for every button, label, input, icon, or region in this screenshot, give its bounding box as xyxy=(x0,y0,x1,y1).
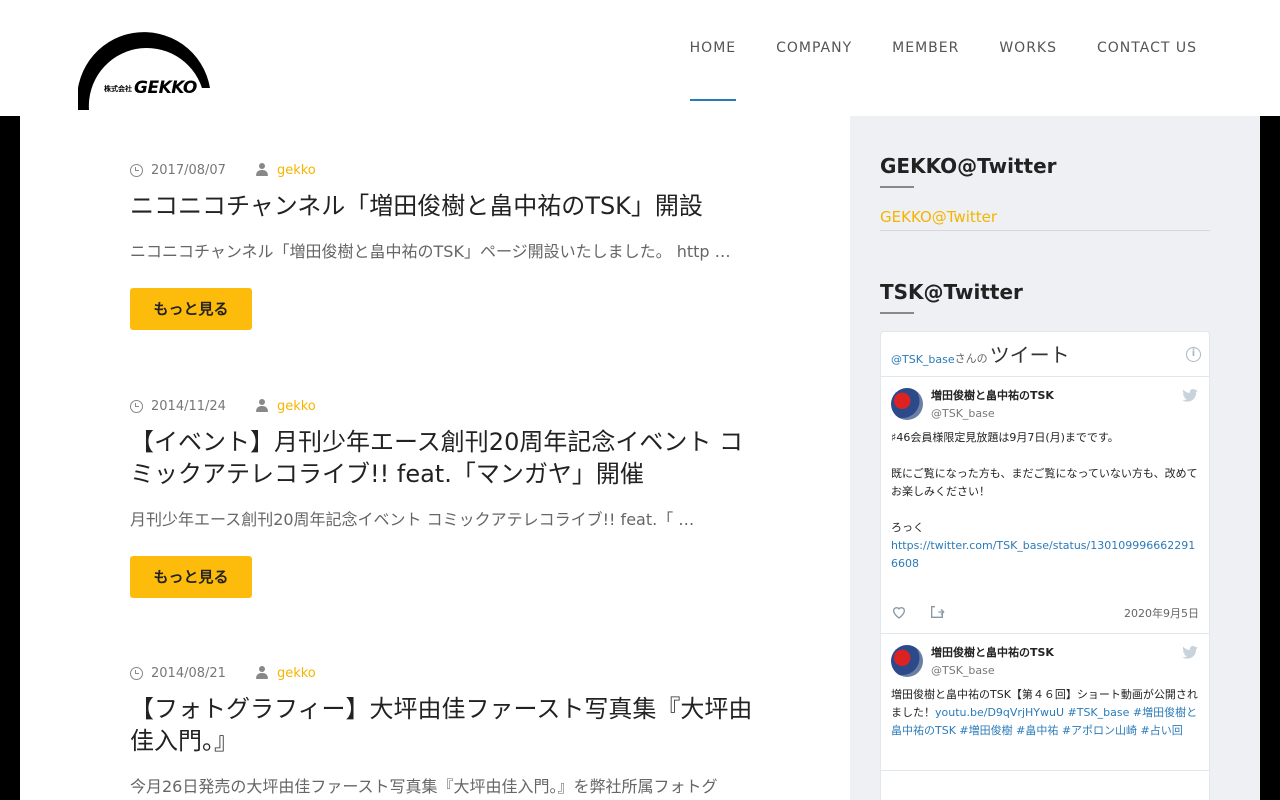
twitter-bird-icon[interactable] xyxy=(1182,389,1198,402)
nav-works[interactable]: WORKS xyxy=(999,40,1057,101)
tweet-author-name[interactable]: 増田俊樹と畠中祐のTSK xyxy=(931,645,1054,660)
post-excerpt: ニコニコチャンネル「増田俊樹と畠中祐のTSK」ページ開設いたしました。 http… xyxy=(130,242,731,261)
tweet-screen-name[interactable]: @TSK_base xyxy=(931,663,1054,678)
user-icon xyxy=(255,163,268,177)
tweet-user[interactable]: 増田俊樹と畠中祐のTSK @TSK_base xyxy=(891,644,1199,678)
post-list: 2017/08/07 gekko ニコニコチャンネル「増田俊樹と畠中祐のTSK」… xyxy=(20,116,850,800)
user-icon xyxy=(255,666,268,680)
tweet-line: ろっく xyxy=(891,521,924,534)
tweet-text: 増田俊樹と畠中祐のTSK【第４６回】ショート動画が公開されました！youtu.b… xyxy=(891,686,1199,740)
timeline-handle[interactable]: @TSK_base xyxy=(891,353,955,366)
post-author[interactable]: gekko xyxy=(277,666,316,681)
sidebar: GEKKO@Twitter GEKKO@Twitter TSK@Twitter … xyxy=(850,116,1260,800)
widget-title-gekko: GEKKO@Twitter xyxy=(880,154,1057,188)
post-excerpt: 今月26日発売の大坪由佳ファースト写真集『大坪由佳入門。』を弊社所属フォトグ xyxy=(130,777,718,796)
clock-icon xyxy=(130,399,143,413)
tweet-spacer xyxy=(891,740,1199,770)
timeline-suffix: さんの xyxy=(954,352,988,365)
clock-icon xyxy=(130,163,143,177)
tweet-author-name[interactable]: 増田俊樹と畠中祐のTSK xyxy=(931,388,1054,403)
post-meta: 2014/11/24 gekko xyxy=(130,397,760,415)
post-item: 2017/08/07 gekko ニコニコチャンネル「増田俊樹と畠中祐のTSK」… xyxy=(130,161,760,330)
logo-prefix: 株式会社 xyxy=(104,85,132,93)
twitter-timeline[interactable]: @TSK_base さんの ツイート i 増田俊樹と畠中祐のTSK @TSK_bas… xyxy=(880,331,1210,800)
post-item: 2014/08/21 gekko 【フォトグラフィー】大坪由佳ファースト写真集『… xyxy=(130,664,760,797)
read-more-button[interactable]: もっと見る xyxy=(130,288,252,330)
post-excerpt: 月刊少年エース創刊20周年記念イベント コミックアテレコライブ!! feat.「… xyxy=(130,510,695,529)
user-icon xyxy=(255,399,268,413)
share-icon[interactable] xyxy=(929,604,945,620)
post-meta: 2014/08/21 gekko xyxy=(130,664,760,682)
post-author[interactable]: gekko xyxy=(277,163,316,178)
avatar[interactable] xyxy=(891,388,923,420)
post-title[interactable]: 【イベント】月刊少年エース創刊20周年記念イベント コミックアテレコライブ!! … xyxy=(130,426,760,490)
nav-company[interactable]: COMPANY xyxy=(776,40,852,101)
tweet-screen-name[interactable]: @TSK_base xyxy=(931,406,1054,421)
heart-icon[interactable] xyxy=(891,604,907,620)
tweet-actions: 2020年9月5日 xyxy=(891,601,1199,623)
post-date: 2017/08/07 xyxy=(151,162,226,178)
logo-crescent-icon xyxy=(78,32,210,110)
gekko-twitter-link[interactable]: GEKKO@Twitter xyxy=(880,208,1210,231)
logo-name: GEKKO xyxy=(134,78,197,98)
tweet-user[interactable]: 増田俊樹と畠中祐のTSK @TSK_base xyxy=(891,387,1199,421)
nav-contact-us[interactable]: CONTACT US xyxy=(1097,40,1197,101)
main-nav: HOME COMPANY MEMBER WORKS CONTACT US xyxy=(650,40,1197,101)
site-header: 株式会社 GEKKO HOME COMPANY MEMBER WORKS CONT… xyxy=(0,0,1280,116)
timeline-header: @TSK_base さんの ツイート i xyxy=(881,332,1209,377)
avatar[interactable] xyxy=(891,645,923,677)
twitter-bird-icon[interactable] xyxy=(1182,646,1198,659)
tweet-line: ♯46会員様限定見放題は9月7日(月)までです。 xyxy=(891,431,1119,444)
nav-member[interactable]: MEMBER xyxy=(892,40,959,101)
info-icon[interactable]: i xyxy=(1186,347,1201,362)
read-more-button[interactable]: もっと見る xyxy=(130,556,252,598)
widget-title-tsk: TSK@Twitter xyxy=(880,280,1023,314)
timeline-heading: ツイート xyxy=(989,343,1070,367)
post-date: 2014/11/24 xyxy=(151,398,226,414)
clock-icon xyxy=(130,666,143,680)
post-author[interactable]: gekko xyxy=(277,399,316,414)
post-title[interactable]: ニコニコチャンネル「増田俊樹と畠中祐のTSK」開設 xyxy=(130,190,760,222)
post-date: 2014/08/21 xyxy=(151,665,226,681)
tweet-text: ♯46会員様限定見放題は9月7日(月)までです。 既にご覧になった方も、まだご覧… xyxy=(891,429,1199,573)
tweet-date[interactable]: 2020年9月5日 xyxy=(1124,605,1199,621)
tweet-link[interactable]: youtu.be/D9qVrjHYwuU #TSK_base #増田俊樹と畠中祐… xyxy=(891,706,1197,737)
logo-text: 株式会社 GEKKO xyxy=(104,78,197,98)
nav-home[interactable]: HOME xyxy=(689,40,737,101)
post-item: 2014/11/24 gekko 【イベント】月刊少年エース創刊20周年記念イベ… xyxy=(130,397,760,598)
logo[interactable]: 株式会社 GEKKO xyxy=(78,30,218,110)
tweet-link[interactable]: https://twitter.com/TSK_base/status/1301… xyxy=(891,537,1199,573)
tweet[interactable]: 増田俊樹と畠中祐のTSK @TSK_base ♯46会員様限定見放題は9月7日(… xyxy=(881,377,1209,634)
post-title[interactable]: 【フォトグラフィー】大坪由佳ファースト写真集『大坪由佳入門。』 xyxy=(130,693,760,757)
post-meta: 2017/08/07 gekko xyxy=(130,161,760,179)
tweet-line: 既にご覧になった方も、まだご覧になっていない方も、改めてお楽しみください！ xyxy=(891,467,1198,498)
tweet[interactable]: 増田俊樹と畠中祐のTSK @TSK_base 増田俊樹と畠中祐のTSK【第４６回… xyxy=(881,634,1209,771)
